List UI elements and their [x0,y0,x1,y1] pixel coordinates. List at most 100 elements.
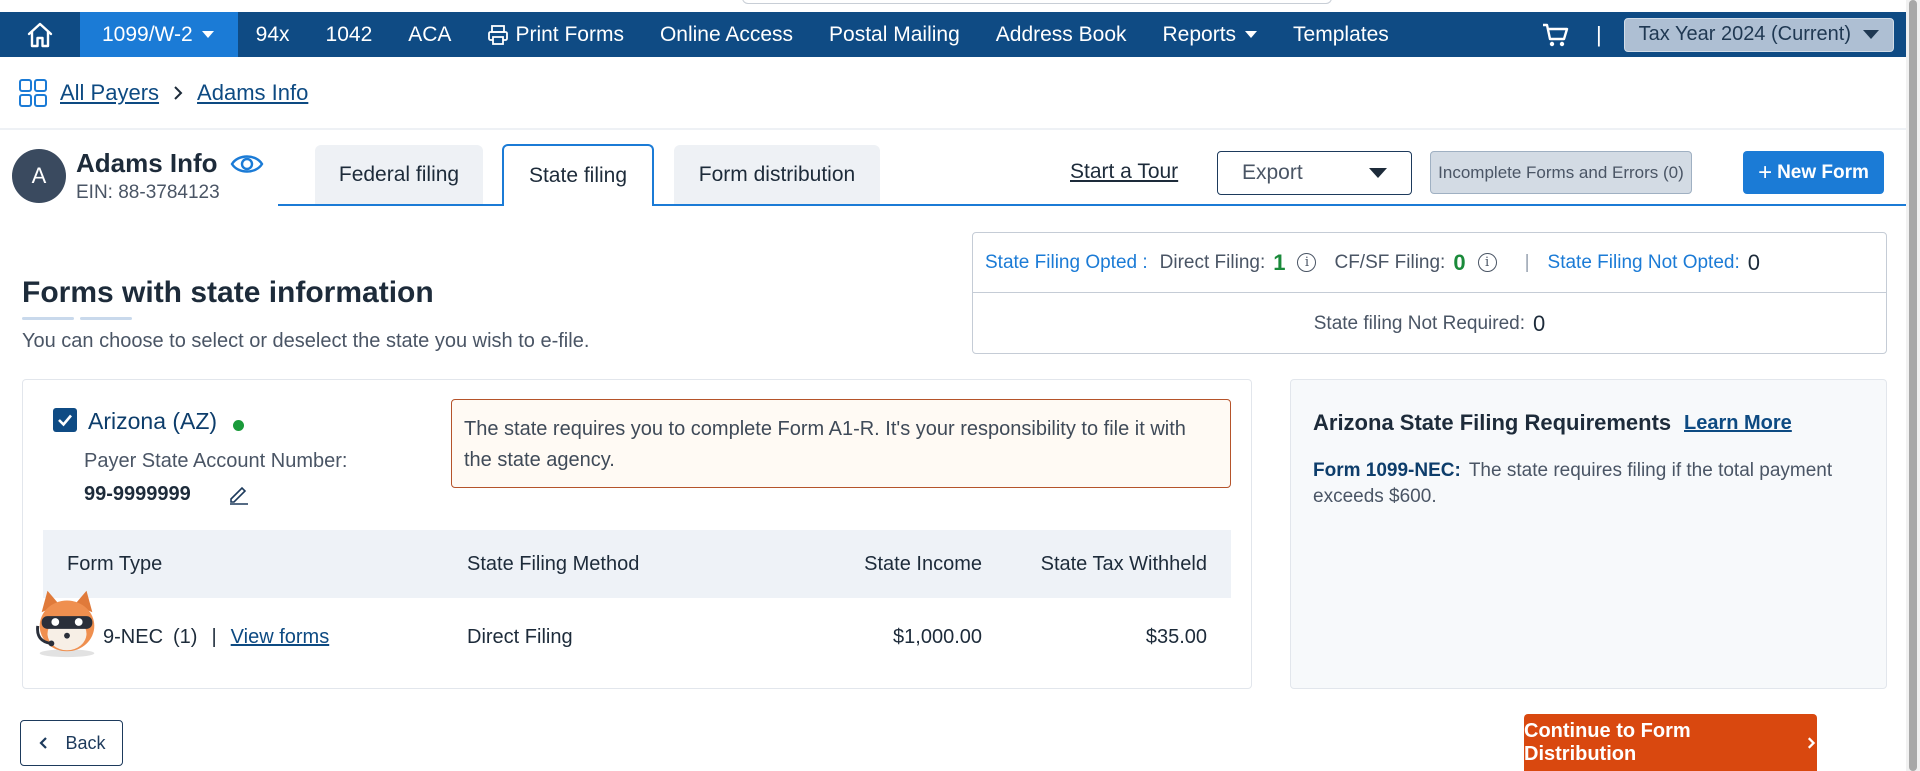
nav-separator: | [1595,21,1602,47]
nav-item-label: Templates [1293,22,1389,46]
tab-label: Form distribution [698,163,856,186]
nav-right: | Tax Year 2024 (Current) [1540,12,1906,57]
opted-label: State Filing Opted : [985,251,1148,273]
eye-icon[interactable] [230,150,264,178]
not-required-count: 0 [1532,311,1546,336]
scrollbar[interactable] [1906,0,1920,771]
view-forms-link[interactable]: View forms [231,626,330,649]
caret-down-icon [1245,31,1258,38]
nav-item-94x[interactable]: 94x [238,12,308,57]
requirements-text: Form 1099-NEC: The state requires filing … [1313,458,1833,510]
requirements-title: Arizona State Filing Requirements [1313,410,1672,435]
nav-item-1099-w2[interactable]: 1099/W-2 [80,12,238,57]
search-input-edge[interactable] [742,0,1332,4]
title-decoration [80,317,132,320]
col-state-tax-withheld: State Tax Withheld [1040,552,1207,575]
tab-federal-filing[interactable]: Federal filing [315,145,483,205]
incomplete-forms-button[interactable]: Incomplete Forms and Errors (0) [1430,151,1692,194]
new-form-label: New Form [1777,161,1869,183]
nav-item-label: Postal Mailing [829,22,960,46]
grid-icon [19,79,47,107]
nav-item-label: Online Access [659,22,794,46]
account-number-value: 99-9999999 [84,483,191,505]
caret-down-icon [1369,168,1387,178]
top-strip [0,0,1920,12]
table-header: Form Type State Filing Method State Inco… [43,530,1231,598]
learn-more-link[interactable]: Learn More [1684,412,1792,435]
checkmark-icon [58,414,72,427]
nav-item-postal-mailing[interactable]: Postal Mailing [811,12,978,57]
nav-item-aca[interactable]: ACA [390,12,469,57]
table-row: 9-NEC (1) | View forms Direct Filing $1,… [43,598,1231,676]
back-label: Back [65,732,106,753]
main-nav: 1099/W-2 94x 1042 ACA Print Forms Online… [0,12,1906,57]
section-subtitle: You can choose to select or deselect the… [22,330,590,352]
caret-down-icon [1863,30,1879,39]
nav-item-label: Print Forms [515,22,624,46]
home-button[interactable] [0,12,80,57]
tab-state-filing[interactable]: State filing [502,144,654,206]
form-count: (1) [173,625,198,648]
form-type: 9-NEC [103,625,164,648]
state-filing-status-box: State Filing Opted : Direct Filing: 1 i … [972,232,1887,354]
avatar: A [12,149,66,203]
nav-item-online-access[interactable]: Online Access [642,12,811,57]
caret-down-icon [201,31,214,38]
not-required-label: State filing Not Required: [1313,313,1525,334]
chevron-left-icon [39,737,48,749]
col-filing-method: State Filing Method [467,552,640,575]
mascot-assistant-icon[interactable] [28,583,106,661]
breadcrumb-adams-info[interactable]: Adams Info [197,80,308,106]
continue-button[interactable]: Continue to Form Distribution [1524,714,1817,771]
export-label: Export [1242,161,1303,184]
direct-filing-count: 1 [1273,249,1286,275]
not-opted-label: State Filing Not Opted: [1547,251,1740,273]
tab-label: State filing [528,164,628,187]
state-checkbox[interactable] [53,408,77,432]
payer-ein: EIN: 88-3784123 [76,182,220,203]
info-icon[interactable]: i [1297,253,1317,272]
not-opted-count: 0 [1747,249,1760,275]
breadcrumb-all-payers[interactable]: All Payers [60,80,159,106]
filing-method-cell: Direct Filing [467,625,573,648]
cell-separator: | [211,625,217,648]
nav-item-print-forms[interactable]: Print Forms [469,12,642,57]
direct-filing-label: Direct Filing: [1159,251,1266,273]
info-icon[interactable]: i [1477,253,1497,272]
state-name: Arizona (AZ) [88,408,218,434]
plus-icon: + [1758,158,1773,186]
nav-item-label: ACA [408,22,452,46]
nav-item-templates[interactable]: Templates [1275,12,1407,57]
tax-year-select[interactable]: Tax Year 2024 (Current) [1623,17,1894,52]
printer-icon [488,24,509,45]
tab-form-distribution[interactable]: Form distribution [674,145,880,205]
nav-item-1042[interactable]: 1042 [308,12,391,57]
status-dot [233,420,244,431]
pencil-icon[interactable] [227,482,251,506]
status-row-opted: State Filing Opted : Direct Filing: 1 i … [973,233,1886,293]
new-form-button[interactable]: + New Form [1743,151,1884,194]
export-select[interactable]: Export [1217,151,1412,195]
nav-item-address-book[interactable]: Address Book [978,12,1145,57]
nav-item-label: Address Book [995,22,1127,46]
back-button[interactable]: Back [20,720,123,766]
cart-icon[interactable] [1540,20,1570,50]
scrollbar-thumb[interactable] [1909,0,1917,771]
nav-item-reports[interactable]: Reports [1145,12,1276,57]
tab-underline-gap [504,204,652,206]
state-card-arizona: Arizona (AZ) Payer State Account Number:… [22,379,1252,689]
home-icon [27,22,53,47]
continue-label: Continue to Form Distribution [1524,719,1691,765]
divider [0,128,1906,130]
start-tour-link[interactable]: Start a Tour [1070,160,1178,184]
status-row-not-required: State filing Not Required: 0 [973,294,1886,354]
tab-label: Federal filing [338,163,460,186]
nav-item-label: Reports [1162,22,1237,46]
breadcrumb: All Payers Adams Info [18,76,308,110]
section-title: Forms with state information [22,276,434,309]
account-number-label: Payer State Account Number: [84,450,348,472]
cfsf-filing-label: CF/SF Filing: [1334,251,1446,273]
requirements-form: Form 1099-NEC: [1313,460,1461,481]
nav-item-label: 1042 [325,22,373,46]
form-type-cell: 9-NEC (1) | View forms [103,598,329,676]
